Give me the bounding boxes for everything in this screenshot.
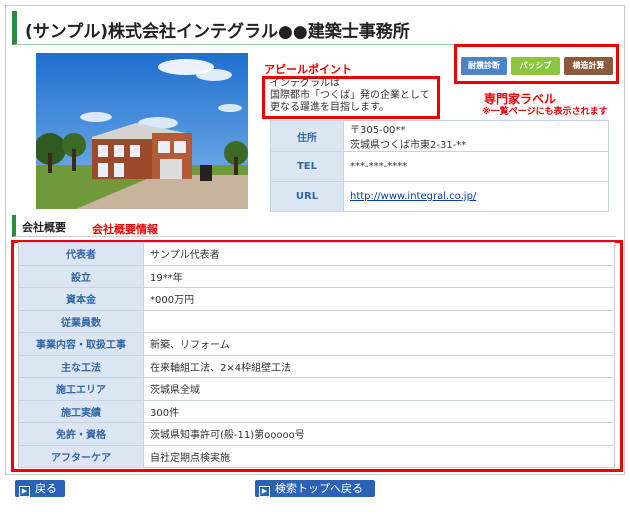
row-label: 資本金 <box>18 287 144 311</box>
table-row: アフターケア 自社定期点検実施 <box>18 444 615 468</box>
row-label: 施工エリア <box>18 377 144 401</box>
row-label: 設立 <box>18 264 144 288</box>
appeal-line: インテグラルは <box>270 78 340 89</box>
table-row: 免許・資格 茨城県知事許可(般-11)第ooooo号 <box>18 422 615 446</box>
row-value: *000万円 <box>143 287 615 311</box>
row-label: 従業員数 <box>18 309 144 333</box>
appeal-line: 国際都市「つくば」発の企業として <box>270 90 430 101</box>
search-top-button[interactable]: ▶ 検索トップへ戻る <box>255 480 375 497</box>
row-value: 新築、リフォーム <box>143 332 615 356</box>
badge-seismic[interactable]: 耐震診断 <box>461 57 507 75</box>
badge-structural[interactable]: 構造計算 <box>564 57 613 75</box>
expert-label-note: ※一覧ページにも表示されます <box>482 107 608 117</box>
url-row: URL http://www.integral.co.jp/ <box>270 181 609 212</box>
tel-label: TEL <box>270 151 344 182</box>
company-info-annotation: 会社概要情報 <box>92 223 158 236</box>
address-label: 住所 <box>270 120 344 152</box>
badge-passive[interactable]: パッシブ <box>511 57 560 75</box>
row-value: 在来軸組工法、2×4枠組壁工法 <box>143 354 615 378</box>
company-photo <box>36 53 248 209</box>
row-label: アフターケア <box>18 444 144 468</box>
tel-row: TEL ***-***-**** <box>270 151 609 182</box>
row-label: 代表者 <box>18 242 144 266</box>
address-line: 茨城県つくば市東2-31-** <box>350 140 467 151</box>
page-title: (サンプル)株式会社インテグラル●●建築士事務所 <box>25 22 410 42</box>
row-value: 自社定期点検実施 <box>143 444 615 468</box>
table-row: 資本金 *000万円 <box>18 287 615 311</box>
row-label: 施工実績 <box>18 399 144 423</box>
table-row: 施工実績 300件 <box>18 399 615 423</box>
back-button[interactable]: ▶ 戻る <box>15 480 65 497</box>
table-row: 施工エリア 茨城県全域 <box>18 377 615 401</box>
arrow-icon: ▶ <box>259 486 270 497</box>
section-title: 会社概要 <box>22 221 66 234</box>
appeal-point-annotation: アピールポイント <box>264 63 352 76</box>
page-title-bar: (サンプル)株式会社インテグラル●●建築士事務所 <box>12 11 616 45</box>
url-label: URL <box>270 181 344 212</box>
tel-value: ***-***-**** <box>343 151 609 182</box>
appeal-line: 更なる躍進を目指します。 <box>270 102 389 113</box>
table-row: 設立 19**年 <box>18 264 615 288</box>
url-link[interactable]: http://www.integral.co.jp/ <box>350 191 476 202</box>
address-row: 住所 〒305-00** 茨城県つくば市東2-31-** <box>270 120 609 152</box>
contact-info-table: 住所 〒305-00** 茨城県つくば市東2-31-** TEL ***-***… <box>270 120 609 212</box>
back-button-label: 戻る <box>35 482 57 495</box>
row-label: 事業内容・取扱工事 <box>18 332 144 356</box>
address-line: 〒305-00** <box>350 125 406 136</box>
table-row: 事業内容・取扱工事 新築、リフォーム <box>18 332 615 356</box>
arrow-icon: ▶ <box>19 486 30 497</box>
row-value: 茨城県知事許可(般-11)第ooooo号 <box>143 422 615 446</box>
address-value: 〒305-00** 茨城県つくば市東2-31-** <box>343 120 609 152</box>
row-value: 茨城県全域 <box>143 377 615 401</box>
table-row: 従業員数 <box>18 309 615 333</box>
row-value: 300件 <box>143 399 615 423</box>
table-row: 主な工法 在来軸組工法、2×4枠組壁工法 <box>18 354 615 378</box>
row-value: 19**年 <box>143 264 615 288</box>
table-row: 代表者 サンプル代表者 <box>18 242 615 266</box>
company-details-table: 代表者 サンプル代表者 設立 19**年 資本金 *000万円 従業員数 事業内容・取… <box>18 242 615 468</box>
row-value <box>143 309 615 333</box>
search-top-button-label: 検索トップへ戻る <box>275 482 363 495</box>
row-value: サンプル代表者 <box>143 242 615 266</box>
appeal-text: インテグラルは 国際都市「つくば」発の企業として 更なる躍進を目指します。 <box>270 78 430 114</box>
row-label: 主な工法 <box>18 354 144 378</box>
row-label: 免許・資格 <box>18 422 144 446</box>
